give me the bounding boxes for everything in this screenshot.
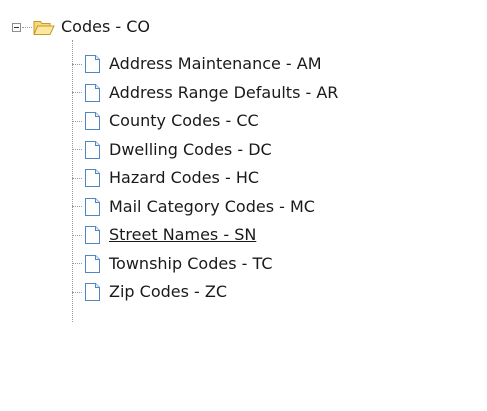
tree-leaf-label[interactable]: Hazard Codes - HC <box>109 168 259 188</box>
tree-leaf-label[interactable]: Street Names - SN <box>109 225 256 245</box>
document-icon <box>85 83 100 102</box>
document-icon <box>85 197 100 216</box>
collapse-toggle-icon[interactable] <box>12 22 21 32</box>
tree-connector <box>72 63 82 65</box>
document-icon <box>85 140 100 159</box>
document-icon <box>85 254 100 273</box>
tree-leaf-zip-codes[interactable]: Zip Codes - ZC <box>72 278 338 307</box>
tree-connector <box>22 26 32 28</box>
tree-leaf-address-range-defaults[interactable]: Address Range Defaults - AR <box>72 79 338 108</box>
document-icon <box>85 169 100 188</box>
tree-connector <box>72 206 82 208</box>
tree-leaf-dwelling-codes[interactable]: Dwelling Codes - DC <box>72 136 338 165</box>
tree-leaf-address-maintenance[interactable]: Address Maintenance - AM <box>72 50 338 79</box>
tree-node-codes[interactable]: Codes - CO <box>12 14 150 40</box>
tree-leaf-street-names[interactable]: Street Names - SN <box>72 221 338 250</box>
tree-children: Address Maintenance - AM Address Range D… <box>72 50 338 307</box>
tree-leaf-label[interactable]: Address Range Defaults - AR <box>109 83 338 103</box>
tree-leaf-mail-category-codes[interactable]: Mail Category Codes - MC <box>72 193 338 222</box>
tree-connector <box>72 263 82 265</box>
tree-leaf-county-codes[interactable]: County Codes - CC <box>72 107 338 136</box>
tree-leaf-label[interactable]: Address Maintenance - AM <box>109 54 322 74</box>
tree-leaf-label[interactable]: Mail Category Codes - MC <box>109 197 315 217</box>
tree-leaf-label[interactable]: County Codes - CC <box>109 111 259 131</box>
folder-open-icon <box>33 20 55 35</box>
tree-connector <box>72 92 82 94</box>
tree-leaf-township-codes[interactable]: Township Codes - TC <box>72 250 338 279</box>
document-icon <box>85 112 100 131</box>
tree-connector <box>72 291 82 293</box>
document-icon <box>85 283 100 302</box>
document-icon <box>85 226 100 245</box>
tree-connector <box>72 120 82 122</box>
tree-connector <box>72 177 82 179</box>
tree-leaf-hazard-codes[interactable]: Hazard Codes - HC <box>72 164 338 193</box>
tree-node-label[interactable]: Codes - CO <box>61 17 150 37</box>
tree-connector <box>72 149 82 151</box>
document-icon <box>85 55 100 74</box>
tree-leaf-label[interactable]: Dwelling Codes - DC <box>109 140 272 160</box>
tree-connector <box>72 234 82 236</box>
code-tree: Codes - CO Address Maintenance - AM Addr… <box>0 0 487 411</box>
tree-leaf-label[interactable]: Zip Codes - ZC <box>109 282 227 302</box>
tree-leaf-label[interactable]: Township Codes - TC <box>109 254 272 274</box>
